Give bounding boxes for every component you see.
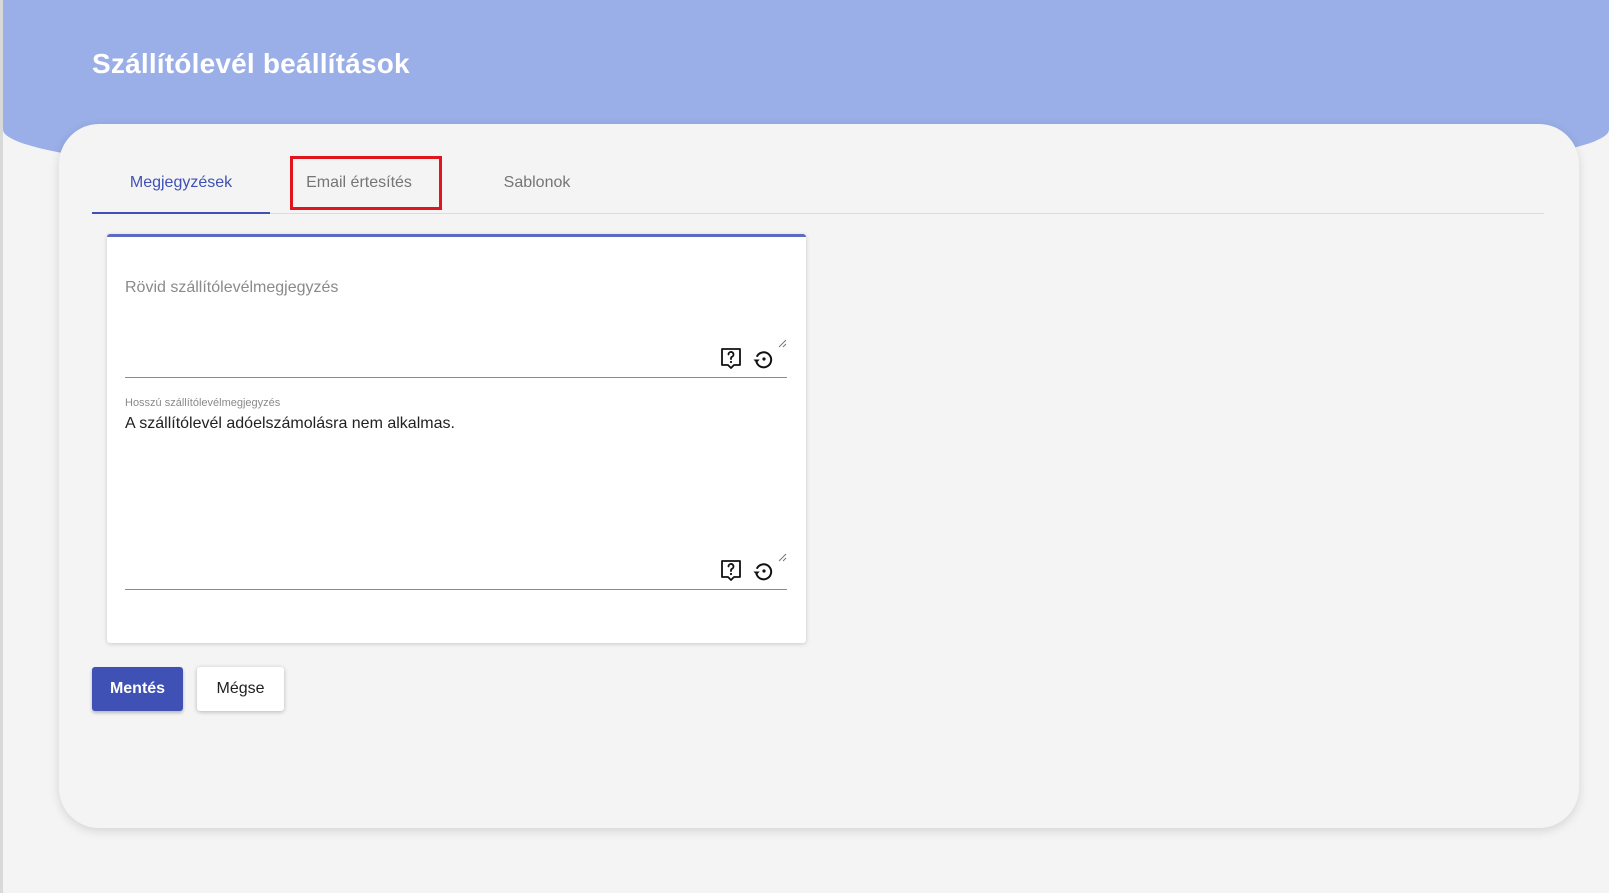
short-note-field[interactable]: Rövid szállítólevélmegjegyzés <box>125 237 787 378</box>
short-note-label: Rövid szállítólevélmegjegyzés <box>125 279 339 296</box>
cancel-button[interactable]: Mégse <box>197 667 284 711</box>
tab-email-ertesites[interactable]: Email értesítés <box>270 154 448 212</box>
resize-grip-icon[interactable] <box>778 553 787 562</box>
restore-default-icon[interactable] <box>751 559 775 583</box>
help-question-icon[interactable] <box>719 559 743 583</box>
long-note-field[interactable]: Hosszú szállítólevélmegjegyzés A szállít… <box>125 377 787 590</box>
short-note-icons <box>719 347 775 371</box>
settings-card: Megjegyzések Email értesítés Sablonok Rö… <box>59 124 1579 828</box>
tab-megjegyzesek[interactable]: Megjegyzések <box>92 154 270 214</box>
page-title: Szállítólevél beállítások <box>92 48 410 79</box>
long-note-label: Hosszú szállítólevélmegjegyzés <box>125 397 281 409</box>
save-button[interactable]: Mentés <box>92 667 183 711</box>
long-note-icons <box>719 559 775 583</box>
window-left-edge <box>0 0 3 893</box>
restore-default-icon[interactable] <box>751 347 775 371</box>
tab-sablonok[interactable]: Sablonok <box>448 154 626 212</box>
long-note-value[interactable]: A szállítólevél adóelszámolásra nem alka… <box>125 415 455 433</box>
notes-form: Rövid szállítólevélmegjegyzés Hosszú szá… <box>107 234 806 643</box>
help-question-icon[interactable] <box>719 347 743 371</box>
resize-grip-icon[interactable] <box>778 339 787 348</box>
tab-bar: Megjegyzések Email értesítés Sablonok <box>92 154 1544 214</box>
